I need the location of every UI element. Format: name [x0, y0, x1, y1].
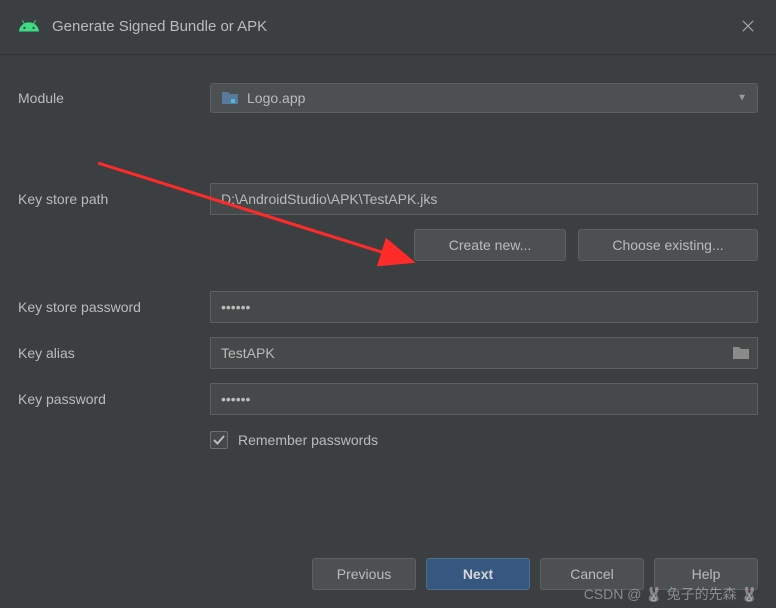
key-password-input[interactable] [210, 383, 758, 415]
previous-button[interactable]: Previous [312, 558, 416, 590]
cancel-button[interactable]: Cancel [540, 558, 644, 590]
keystore-path-input[interactable] [210, 183, 758, 215]
footer-buttons: Previous Next Cancel Help [312, 558, 758, 590]
module-label: Module [18, 90, 210, 106]
divider [0, 54, 776, 55]
dialog-title: Generate Signed Bundle or APK [52, 18, 738, 35]
key-password-label: Key password [18, 391, 210, 407]
close-icon[interactable] [738, 16, 758, 36]
folder-icon[interactable] [732, 346, 750, 360]
module-select[interactable]: Logo.app ▼ [210, 83, 758, 113]
keystore-path-label: Key store path [18, 191, 210, 207]
keystore-password-label: Key store password [18, 299, 210, 315]
remember-checkbox[interactable] [210, 431, 228, 449]
key-alias-label: Key alias [18, 345, 210, 361]
android-icon [18, 15, 40, 37]
create-new-button[interactable]: Create new... [414, 229, 566, 261]
choose-existing-button[interactable]: Choose existing... [578, 229, 758, 261]
titlebar: Generate Signed Bundle or APK [0, 0, 776, 48]
next-button[interactable]: Next [426, 558, 530, 590]
keystore-password-input[interactable] [210, 291, 758, 323]
help-button[interactable]: Help [654, 558, 758, 590]
module-value: Logo.app [247, 90, 305, 106]
chevron-down-icon: ▼ [737, 93, 747, 104]
module-icon [221, 90, 239, 106]
remember-label: Remember passwords [238, 432, 378, 448]
key-alias-input[interactable] [210, 337, 758, 369]
